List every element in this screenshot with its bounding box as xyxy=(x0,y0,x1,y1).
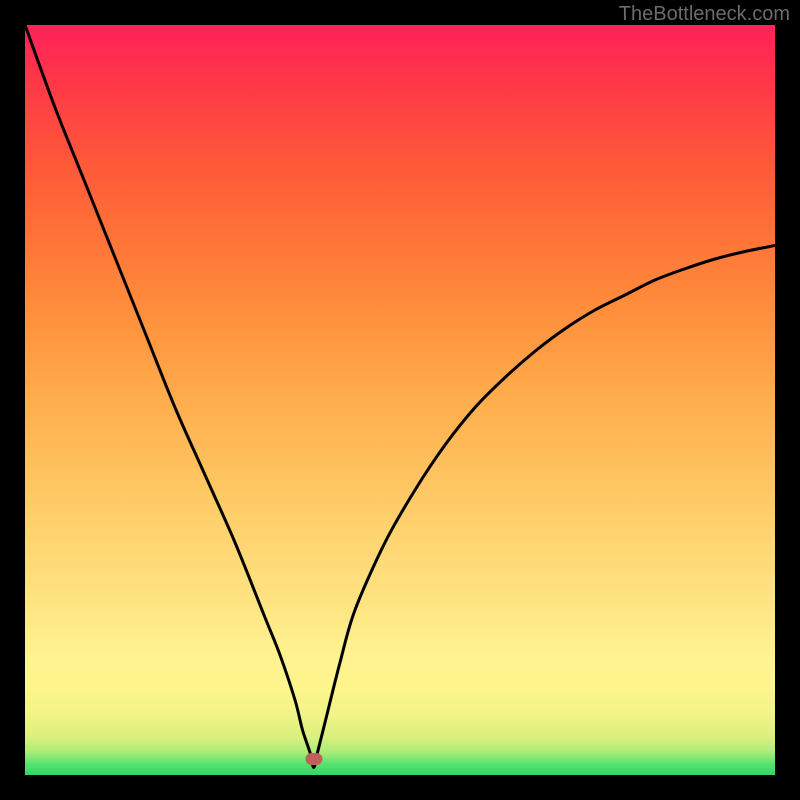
attribution-text: TheBottleneck.com xyxy=(619,3,790,26)
chart-frame: TheBottleneck.com xyxy=(0,0,800,800)
bottleneck-curve xyxy=(25,25,775,775)
optimal-point-marker xyxy=(305,753,322,765)
chart-plot-area xyxy=(25,25,775,775)
